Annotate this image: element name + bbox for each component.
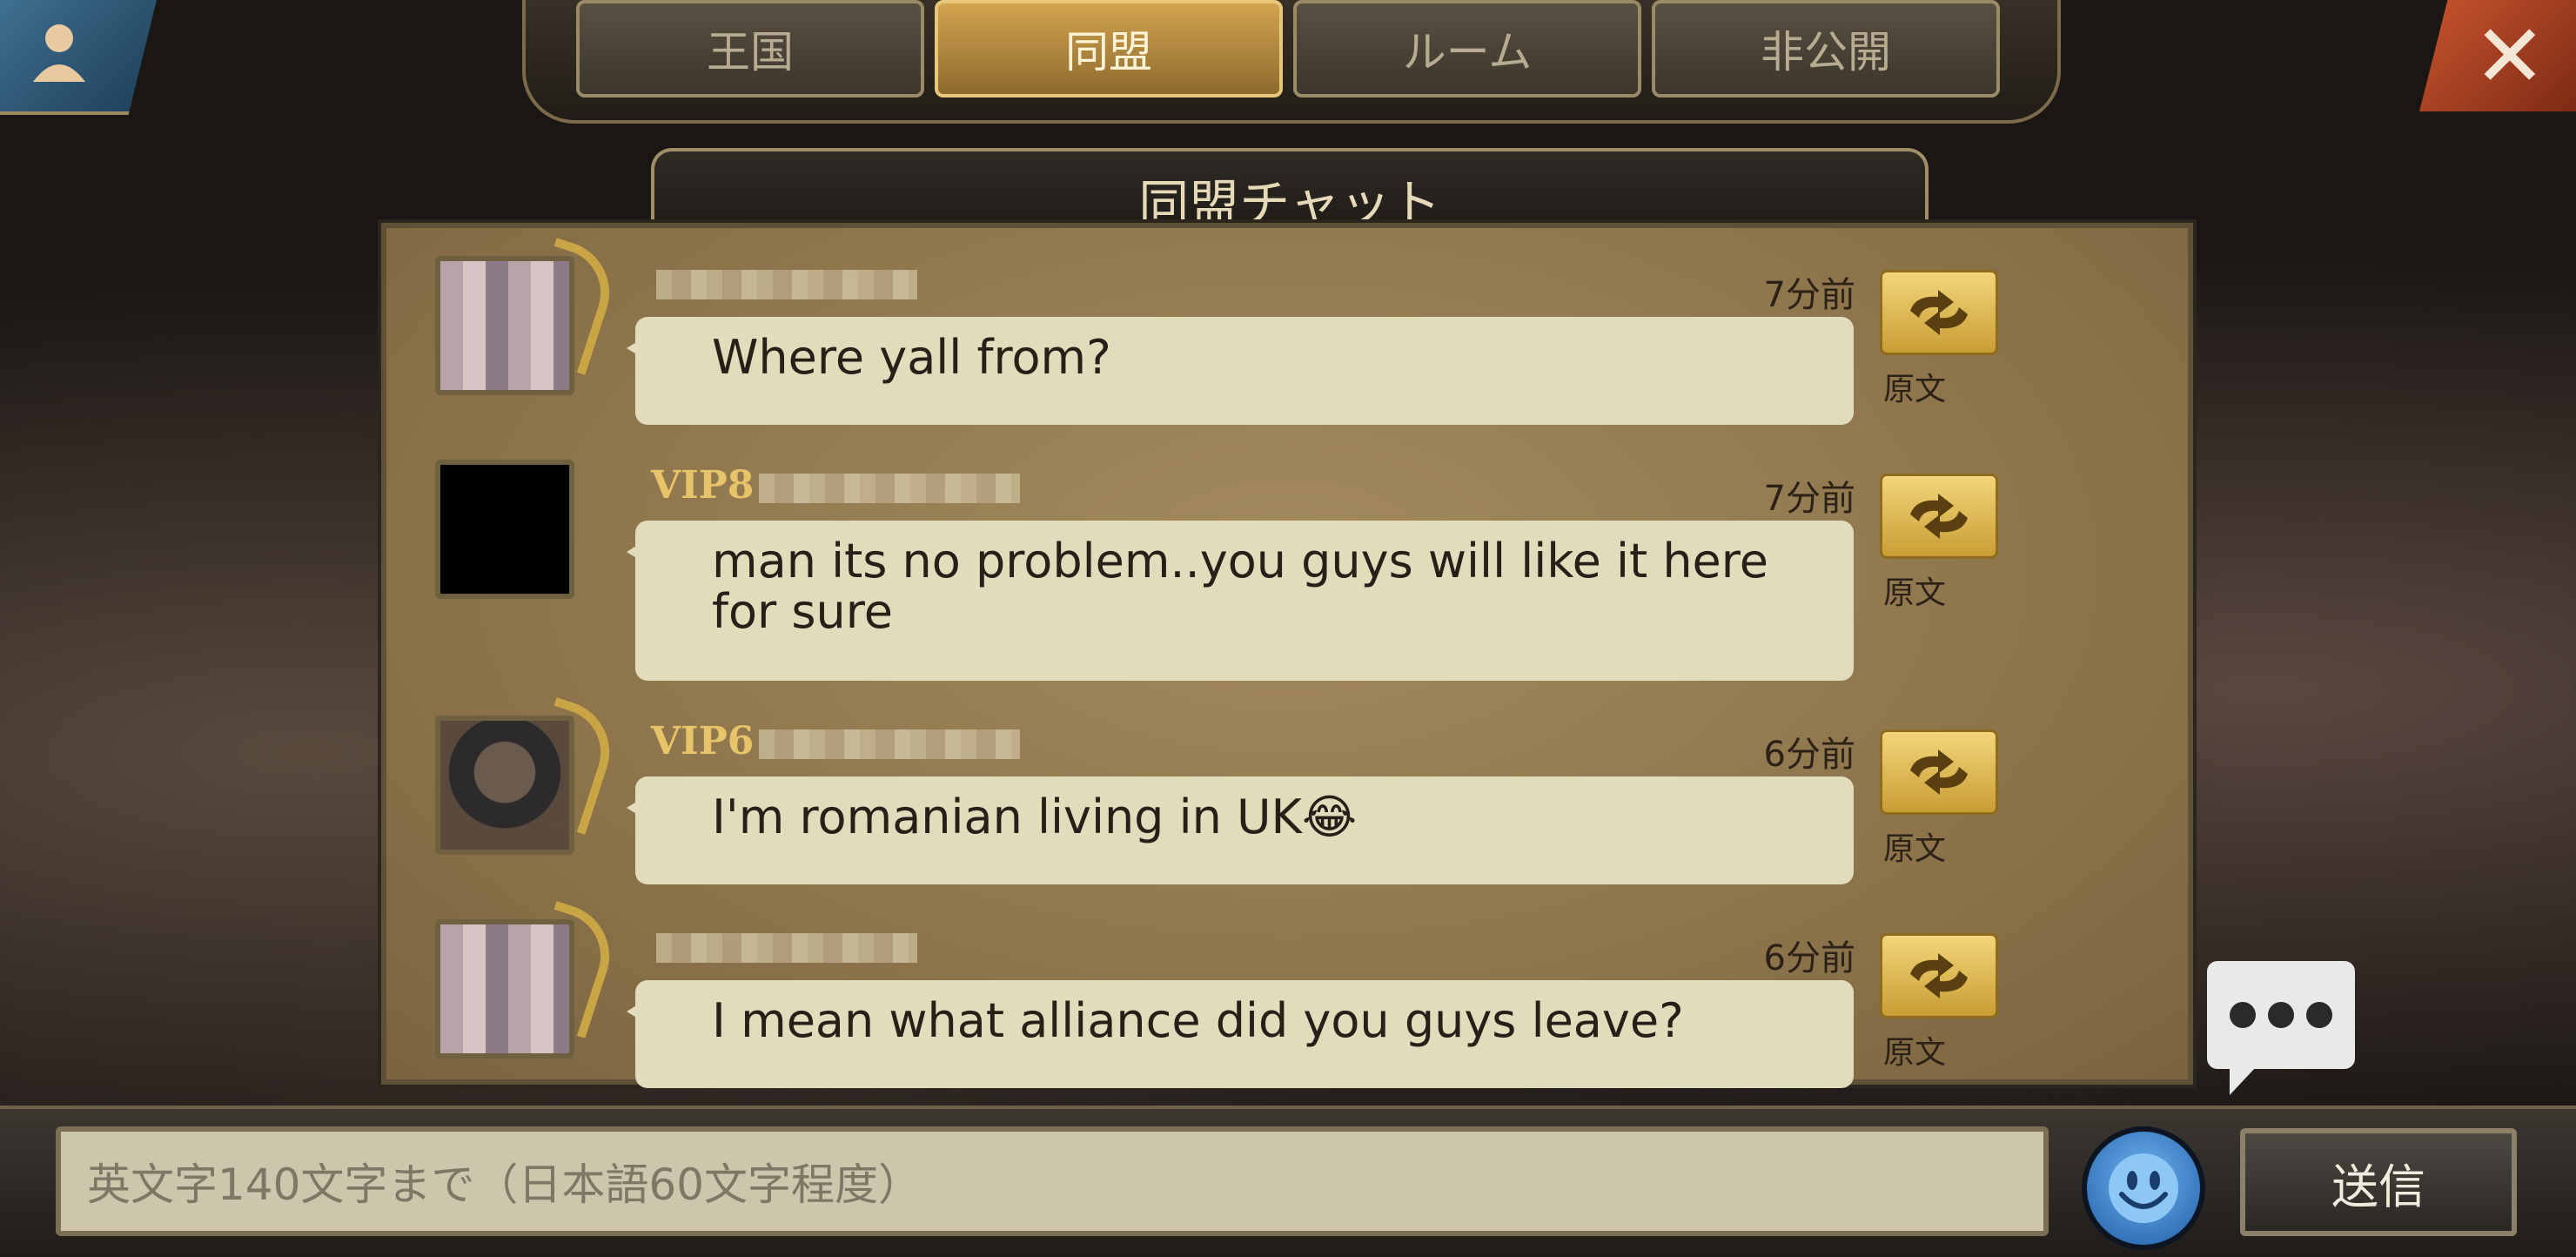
dot-icon [2306,1002,2332,1028]
send-button[interactable]: 送信 [2240,1128,2517,1236]
swap-icon [1910,953,1968,998]
dot-icon [2230,1002,2256,1028]
sender-name[interactable]: VIP6 [651,719,1021,763]
original-label: 原文 [1883,372,1947,407]
message-bubble[interactable]: I mean what alliance did you guys leave? [627,980,1854,1088]
close-button[interactable]: ✕ [2419,0,2576,111]
message-time: 7分前 [1763,275,1855,315]
message-input[interactable]: 英文字140文字まで（日本語60文字程度） [56,1126,2049,1236]
swap-icon [1910,290,1968,335]
dot-icon [2268,1002,2294,1028]
tab-alliance[interactable]: 同盟 [935,0,1283,97]
message-text: I mean what alliance did you guys leave? [712,993,1684,1048]
chat-message: 7分前 Where yall from? 原文 [386,238,2188,446]
chat-message: 6分前 I mean what alliance did you guys le… [386,901,2188,1109]
vip-badge: VIP8 [651,463,755,508]
message-text: I'm romanian living in UK😂 [712,790,1358,844]
redacted-name [759,729,1021,759]
translate-toggle-button[interactable] [1880,270,1998,355]
swap-icon [1910,494,1968,539]
message-bubble[interactable]: Where yall from? [627,317,1854,425]
profile-button[interactable] [0,0,157,115]
swap-icon [1910,749,1968,795]
translate-toggle-button[interactable] [1880,474,1998,559]
emoji-button[interactable] [2082,1126,2205,1250]
close-icon: ✕ [2473,5,2546,107]
tab-room[interactable]: ルーム [1293,0,1641,97]
user-icon [33,24,85,82]
sender-name[interactable] [651,923,917,967]
chat-panel[interactable]: 7分前 Where yall from? 原文 VIP8 7分前 man its… [381,223,2193,1088]
sender-name[interactable] [651,259,917,304]
sender-name[interactable]: VIP8 [651,463,1021,508]
message-time: 6分前 [1763,735,1855,775]
redacted-name [656,932,917,963]
chat-message: VIP8 7分前 man its no problem..you guys wi… [386,449,2188,681]
avatar[interactable] [435,460,574,599]
redacted-name [759,473,1021,503]
translate-toggle-button[interactable] [1880,729,1998,815]
tab-kingdom[interactable]: 王国 [576,0,924,97]
message-text: man its no problem..you guys will like i… [712,534,1768,639]
original-label: 原文 [1883,1035,1947,1071]
more-options-button[interactable] [2207,961,2355,1095]
chat-tabs: 王国 同盟 ルーム 非公開 [576,0,2000,97]
message-time: 6分前 [1763,938,1855,978]
emoji-icon [2109,1153,2178,1223]
translate-toggle-button[interactable] [1880,933,1998,1018]
tab-private[interactable]: 非公開 [1652,0,2000,97]
redacted-name [656,269,917,299]
message-bubble[interactable]: I'm romanian living in UK😂 [627,776,1854,884]
original-label: 原文 [1883,575,1947,611]
vip-badge: VIP6 [651,719,755,763]
original-label: 原文 [1883,831,1947,867]
chat-message: VIP6 6分前 I'm romanian living in UK😂 原文 [386,697,2188,905]
message-time: 7分前 [1763,479,1855,519]
message-text: Where yall from? [712,330,1111,385]
message-bubble[interactable]: man its no problem..you guys will like i… [627,521,1854,681]
